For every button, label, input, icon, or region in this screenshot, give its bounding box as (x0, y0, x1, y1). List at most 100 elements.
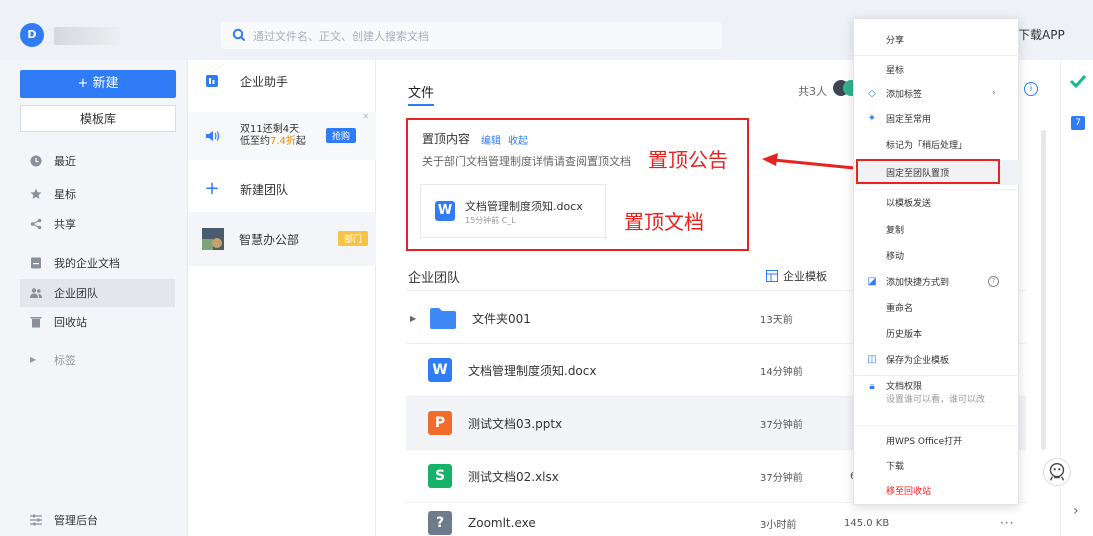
menu-item-move-trash[interactable]: 移至回收站 (854, 480, 1020, 500)
file-time: 3小时前 (760, 519, 797, 531)
speaker-icon (206, 131, 220, 141)
file-time: 37分钟前 (760, 419, 803, 431)
sliders-icon (30, 514, 42, 526)
admin-console-link[interactable]: 管理后台 (20, 512, 98, 528)
file-time: 37分钟前 (760, 472, 803, 484)
menu-item-pin-common[interactable]: ✦ 固定至常用 (854, 108, 1020, 128)
assistant-icon (206, 75, 218, 87)
menu-item-move[interactable]: 移动 (854, 245, 1020, 265)
sidebar-item-recent[interactable]: 最近 (20, 147, 175, 175)
sidebar-item-label: 回收站 (54, 316, 87, 329)
template-icon: ◫ (867, 353, 877, 365)
file-name: Zoomlt.exe (468, 516, 536, 530)
chevron-right-icon[interactable]: › (1073, 503, 1079, 519)
file-time: 13天前 (760, 314, 793, 326)
tab-file[interactable]: 文件 (408, 82, 434, 101)
scrollbar[interactable] (1041, 130, 1046, 450)
pinned-doc-meta: 15分钟前 C_L (465, 216, 516, 225)
menu-item-send-template[interactable]: 以模板发送 (854, 192, 1020, 212)
pin-team-highlight-box (856, 159, 1000, 184)
close-icon[interactable]: × (362, 112, 370, 122)
sidebar-item-starred[interactable]: 星标 (20, 180, 175, 208)
menu-item-star[interactable]: 星标 (854, 59, 1020, 79)
annotation-pinned-notice: 置顶公告 (648, 148, 728, 172)
menu-item-history[interactable]: 历史版本 (854, 323, 1020, 343)
pin-icon: ✦ (867, 112, 877, 124)
menu-item-open-wps[interactable]: 用WPS Office打开 (854, 430, 1020, 450)
menu-item-download[interactable]: 下载 (854, 455, 1020, 475)
promo-buy-badge[interactable]: 抢购 (326, 128, 357, 143)
word-icon: W (428, 358, 452, 382)
file-name: 测试文档03.pptx (468, 416, 563, 431)
lock-icon: 🔒︎ (869, 381, 875, 392)
template-icon (766, 270, 778, 282)
template-library-button[interactable]: 模板库 (20, 105, 176, 132)
annotation-arrow (762, 153, 855, 170)
menu-item-add-shortcut[interactable]: ◪ 添加快捷方式到 ? (854, 271, 1020, 291)
file-time: 14分钟前 (760, 366, 803, 378)
folder-icon (430, 308, 456, 329)
menu-item-share[interactable]: 分享 (854, 29, 1020, 49)
new-team-item[interactable]: + 新建团队 (188, 168, 376, 210)
shortcut-icon: ◪ (867, 275, 877, 287)
expand-arrow-icon[interactable]: ▶ (410, 314, 424, 323)
pinned-collapse-link[interactable]: 收起 (508, 132, 528, 147)
clock-icon (30, 155, 42, 167)
search-placeholder: 通过文件名、正文、创建人搜索文档 (253, 30, 429, 43)
info-icon[interactable]: i (1024, 82, 1038, 96)
pinned-edit-link[interactable]: 编辑 (481, 132, 501, 147)
menu-item-permission[interactable]: 🔒︎ 文档权限 设置谁可以看，谁可以改 (854, 381, 1020, 411)
menu-item-mark-later[interactable]: 标记为「稍后处理」 (854, 134, 1020, 154)
word-icon: W (435, 201, 455, 221)
star-icon (30, 188, 42, 199)
sidebar-item-label: 最近 (54, 155, 76, 168)
share-icon (30, 218, 42, 230)
sidebar-item-my-enterprise-docs[interactable]: 我的企业文档 (20, 249, 175, 277)
chevron-right-icon: › (992, 88, 996, 98)
member-count[interactable]: 共3人 (798, 83, 827, 99)
sidebar-item-label: 企业团队 (54, 287, 98, 300)
trash-icon (30, 317, 42, 328)
team-name: 智慧办公部 (239, 232, 300, 247)
enterprise-assistant-item[interactable]: 企业助手 (188, 60, 376, 102)
new-button[interactable]: + 新建 (20, 70, 176, 98)
promo-banner[interactable]: 双11还剩4天 低至约7.4折起 抢购 × (188, 112, 376, 160)
menu-item-save-template[interactable]: ◫ 保存为企业模板 (854, 349, 1020, 369)
app-logo[interactable]: D (20, 23, 44, 47)
assistant-robot-icon[interactable] (1043, 458, 1071, 486)
download-app-link[interactable]: 下载APP (1018, 26, 1065, 43)
team-item-smart-office[interactable]: 智慧办公部 部门 (188, 212, 376, 266)
annotation-pinned-doc: 置顶文档 (624, 210, 704, 234)
tag-icon: ◇ (868, 87, 876, 99)
sidebar-tags-toggle[interactable]: ▶ 标签 (20, 346, 175, 374)
help-icon[interactable]: ? (988, 275, 999, 287)
pinned-doc-card[interactable]: W 文档管理制度须知.docx 15分钟前 C_L (420, 184, 606, 238)
team-avatar (202, 228, 224, 250)
tab-active-indicator (408, 104, 434, 106)
menu-item-copy[interactable]: 复制 (854, 219, 1020, 239)
pinned-content-box: 置顶内容 编辑 收起 关于部门文档管理制度详情请查阅置顶文档 置顶公告 W 文档… (406, 118, 749, 251)
promo-line2: 低至约7.4折起 (240, 136, 306, 147)
pinned-doc-name: 文档管理制度须知.docx (465, 200, 583, 213)
exe-icon: ? (428, 511, 452, 535)
search-input[interactable]: 通过文件名、正文、创建人搜索文档 (221, 22, 722, 49)
team-icon (30, 288, 42, 298)
new-team-label: 新建团队 (240, 182, 289, 197)
checkmark-icon[interactable] (1070, 74, 1086, 88)
enterprise-team-header: 企业团队 (408, 271, 461, 286)
menu-item-add-tag[interactable]: ◇ 添加标签 › (854, 83, 1020, 103)
file-row[interactable]: ? Zoomlt.exe 3小时前 145.0 KB ··· (406, 503, 1026, 536)
admin-label: 管理后台 (54, 514, 98, 527)
promo-line1: 双11还剩4天 (240, 124, 300, 135)
sidebar-item-enterprise-team[interactable]: 企业团队 (20, 279, 175, 307)
sidebar-item-trash[interactable]: 回收站 (20, 308, 175, 336)
file-size: 145.0 KB (844, 517, 890, 529)
enterprise-template-link[interactable]: 企业模板 (766, 268, 827, 284)
sidebar-tags-label: 标签 (54, 354, 76, 367)
menu-item-rename[interactable]: 重命名 (854, 297, 1020, 317)
more-options-button[interactable]: ··· (1000, 516, 1014, 530)
plus-icon: + (204, 178, 220, 199)
sidebar-item-shared[interactable]: 共享 (20, 210, 175, 238)
calendar-icon[interactable]: 7 (1071, 116, 1085, 130)
team-list-panel: 企业助手 双11还剩4天 低至约7.4折起 抢购 × + 新建团队 智慧办公部 … (188, 60, 376, 536)
